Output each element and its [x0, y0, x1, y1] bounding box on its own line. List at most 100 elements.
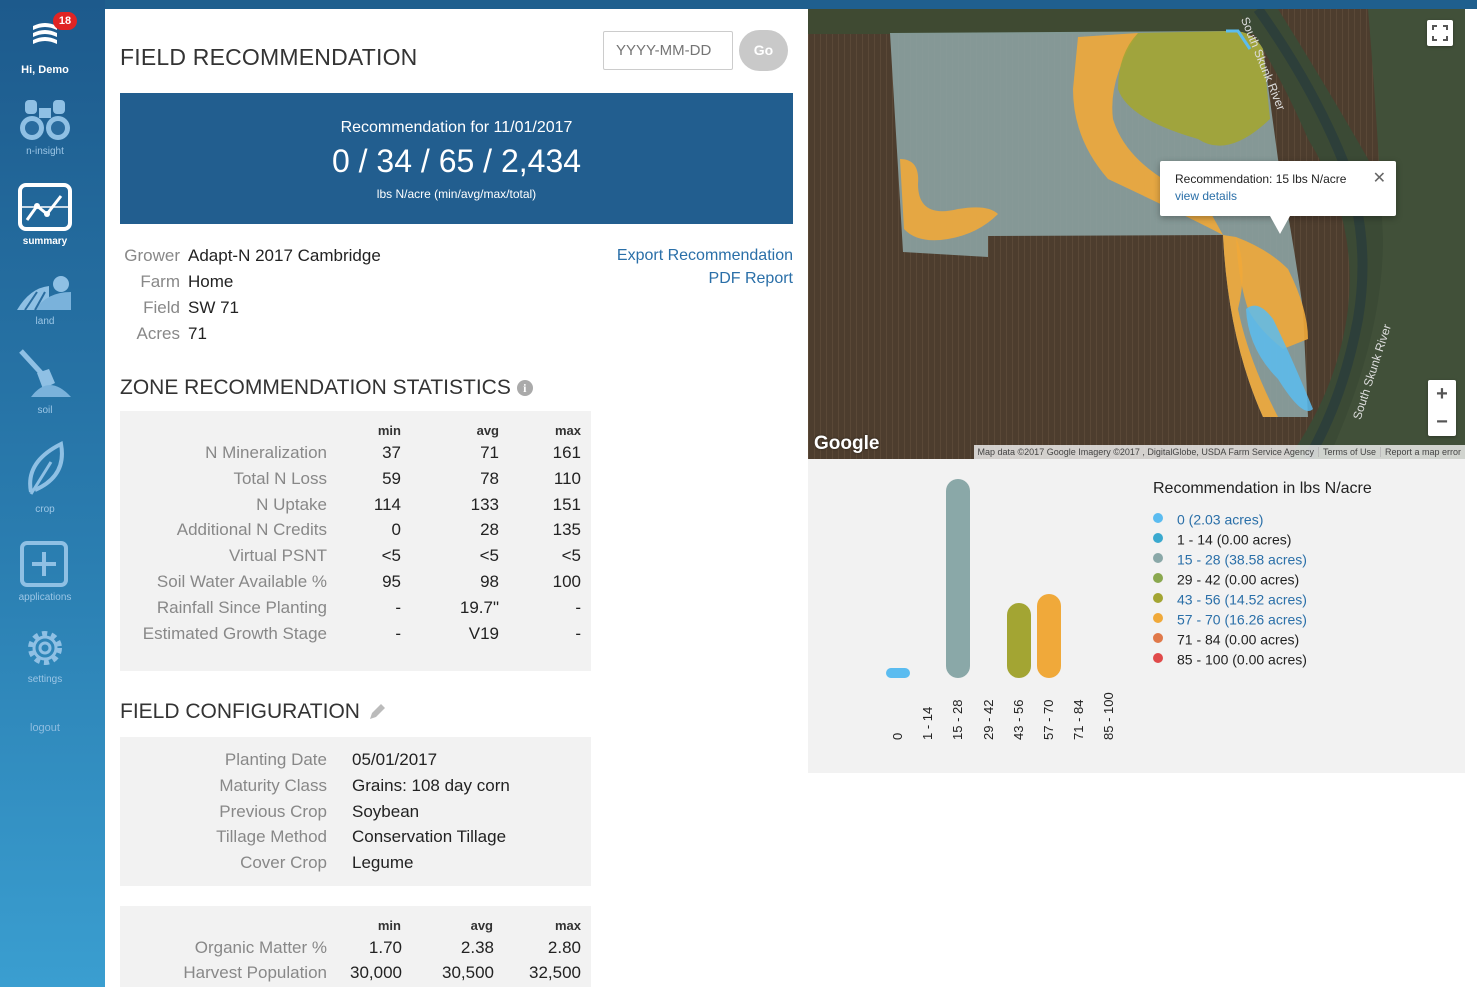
date-input[interactable]	[603, 31, 733, 70]
x-axis-label: 57 - 70	[1041, 699, 1056, 740]
stat-avg: V19	[468, 623, 499, 643]
legend-item: 71 - 84 (0.00 acres)	[1153, 630, 1299, 647]
stat-max: 110	[553, 468, 581, 488]
legend-label: 43 - 56 (14.52 acres)	[1177, 591, 1307, 608]
col-header-min: min	[377, 918, 401, 933]
table-row: Estimated Growth Stage - V19 -	[120, 624, 591, 650]
stat-min: 95	[382, 572, 401, 591]
x-axis-label: 1 - 14	[920, 706, 936, 740]
recommendation-value: 0 / 34 / 65 / 2,434	[331, 143, 582, 179]
zoom-in-button[interactable]: +	[1428, 380, 1456, 408]
legend-item[interactable]: 0 (2.03 acres)	[1153, 510, 1263, 527]
go-button[interactable]: Go	[739, 30, 788, 71]
legend-item[interactable]: 57 - 70 (16.26 acres)	[1153, 610, 1307, 627]
stat-avg: 19.7"	[459, 597, 499, 617]
table-row: N Mineralization 37 71 161	[120, 443, 591, 469]
notification-badge[interactable]: 18	[53, 12, 77, 30]
legend-label: 29 - 42 (0.00 acres)	[1177, 571, 1300, 588]
histogram-bar[interactable]	[946, 479, 971, 678]
stat-avg: 28	[480, 520, 499, 540]
stat-label: Organic Matter %	[194, 938, 327, 957]
nav-item-applications[interactable]: applications	[0, 540, 90, 603]
zone-stats-title-text: ZONE RECOMMENDATION STATISTICS	[120, 376, 511, 399]
logout-link[interactable]: logout	[0, 722, 90, 734]
stat-label: Estimated Growth Stage	[142, 623, 327, 643]
stat-max: -	[575, 623, 581, 643]
nav-item-soil[interactable]: soil	[0, 347, 90, 416]
histogram-bar[interactable]	[1037, 594, 1061, 678]
legend-swatch	[1153, 533, 1163, 544]
field-config-title-text: FIELD CONFIGURATION	[120, 700, 360, 723]
x-axis-label: 15 - 28	[950, 699, 966, 740]
legend-item[interactable]: 43 - 56 (14.52 acres)	[1153, 590, 1307, 607]
page-title: FIELD RECOMMENDATION	[120, 44, 418, 70]
config-label: Planting Date	[224, 750, 327, 769]
stat-min: <5	[381, 546, 401, 566]
table-row: Harvest Population 30,000 30,500 32,500	[120, 963, 591, 987]
nav-label: settings	[27, 674, 63, 685]
stat-label: Virtual PSNT	[229, 546, 327, 566]
config-label: Tillage Method	[216, 827, 327, 847]
histogram-bar[interactable]	[1006, 603, 1031, 678]
col-header-avg: avg	[476, 423, 499, 438]
nav-item-crop[interactable]: crop	[0, 440, 90, 515]
legend-label: 15 - 28 (38.58 acres)	[1177, 551, 1307, 568]
recommendation-date-label: Recommendation for 11/01/2017	[340, 119, 573, 136]
nav-label: applications	[18, 592, 72, 603]
legend-item[interactable]: 15 - 28 (38.58 acres)	[1153, 550, 1307, 567]
legend-item: 85 - 100 (0.00 acres)	[1153, 650, 1307, 667]
x-axis-label: 43 - 56	[1010, 699, 1026, 740]
x-axis-label: 85 - 100	[1101, 692, 1117, 740]
config-label: Maturity Class	[219, 775, 327, 795]
map-attribution: Map data ©2017 Google Imagery ©2017 , Di…	[973, 445, 1465, 459]
zoom-out-button[interactable]: −	[1428, 408, 1456, 436]
report-map-error-link[interactable]: Report a map error	[1379, 447, 1465, 457]
legend-label: 1 - 14 (0.00 acres)	[1177, 531, 1292, 548]
field-info: Grower Adapt-N 2017 Cambridge Farm Home …	[120, 246, 420, 350]
recommendation-histogram: 0 1 - 14 15 - 28 29 - 42 43 - 56 57 - 70 71 - …	[808, 459, 1465, 773]
stat-min: 37	[382, 443, 401, 462]
nav-item-settings[interactable]: settings	[0, 626, 90, 685]
google-logo: Google	[814, 433, 880, 454]
sidebar: 18 Hi, Demo n-insight summary land soil …	[0, 0, 105, 987]
col-header-avg: avg	[470, 918, 493, 933]
stat-max: <5	[561, 546, 581, 566]
field-sun-icon	[17, 276, 71, 311]
pencil-icon[interactable]	[368, 703, 386, 721]
info-value: SW 71	[188, 298, 240, 317]
terms-of-use-link[interactable]: Terms of Use	[1317, 447, 1380, 457]
col-header-min: min	[377, 423, 401, 438]
config-label: Previous Crop	[219, 801, 327, 821]
nav-item-summary[interactable]: summary	[0, 182, 90, 247]
binoculars-icon	[20, 100, 70, 140]
histogram-bar[interactable]	[886, 667, 910, 678]
info-row-acres: Acres 71	[120, 324, 207, 350]
export-recommendation-link[interactable]: Export Recommendation	[617, 247, 793, 265]
legend-swatch	[1153, 593, 1163, 604]
close-icon[interactable]: ✕	[1373, 168, 1386, 188]
config-value: Legume	[352, 853, 414, 873]
legend-swatch	[1153, 573, 1163, 584]
nav-item-land[interactable]: land	[0, 270, 90, 327]
stat-label: Rainfall Since Planting	[156, 597, 327, 617]
config-row: Maturity Class Grains: 108 day corn	[120, 776, 591, 802]
nav-label: soil	[37, 405, 53, 416]
view-details-link[interactable]: view details	[1175, 189, 1237, 203]
zoom-controls: + −	[1428, 380, 1456, 436]
config-value: 05/01/2017	[352, 750, 438, 769]
stat-label: Additional N Credits	[176, 520, 327, 540]
info-icon[interactable]: i	[516, 380, 533, 397]
pdf-report-link[interactable]: PDF Report	[709, 270, 793, 288]
recommendation-summary: Recommendation for 11/01/2017 0 / 34 / 6…	[120, 93, 793, 224]
info-row-field: Field SW 71	[120, 298, 239, 324]
stat-label: Harvest Population	[183, 963, 327, 982]
stat-avg: 133	[470, 494, 499, 514]
config-value: Grains: 108 day corn	[352, 775, 510, 795]
fullscreen-button[interactable]	[1427, 20, 1453, 46]
stat-max: 161	[552, 443, 581, 462]
legend-label: 85 - 100 (0.00 acres)	[1177, 651, 1307, 668]
nav-item-n-insight[interactable]: n-insight	[0, 96, 90, 157]
stat-max: 151	[552, 494, 581, 514]
field-map[interactable]: South Skunk River South Skunk River Reco…	[808, 9, 1465, 459]
stat-min: 114	[373, 494, 401, 514]
